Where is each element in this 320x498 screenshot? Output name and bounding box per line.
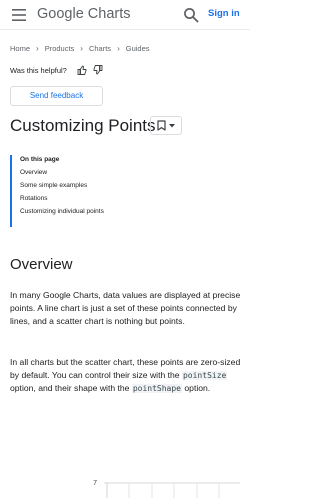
- paragraph-text: option.: [182, 383, 211, 393]
- toc-item-overview[interactable]: Overview: [20, 169, 140, 176]
- send-feedback-button[interactable]: Send feedback: [10, 86, 103, 106]
- chevron-right-icon: ›: [36, 43, 39, 53]
- code-point-size: pointSize: [181, 371, 228, 380]
- chevron-right-icon: ›: [80, 43, 83, 53]
- breadcrumb-products[interactable]: Products: [45, 44, 75, 53]
- search-icon[interactable]: [183, 7, 199, 23]
- logo-google-text: Google: [37, 6, 84, 22]
- thumb-down-icon[interactable]: [93, 65, 103, 75]
- bookmark-icon: [157, 120, 166, 131]
- toc-item-simple-examples[interactable]: Some simple examples: [20, 182, 140, 189]
- caret-down-icon: [169, 123, 175, 127]
- section-title-overview: Overview: [10, 256, 73, 273]
- page-title: Customizing Points: [10, 116, 156, 135]
- chevron-right-icon: ›: [117, 43, 120, 53]
- toc-item-customizing-individual-points[interactable]: Customizing individual points: [20, 208, 140, 215]
- overview-paragraph-2: In all charts but the scatter chart, the…: [10, 356, 242, 395]
- helpful-rating: Was this helpful?: [10, 65, 103, 75]
- breadcrumb: Home › Products › Charts › Guides: [10, 42, 150, 54]
- breadcrumb-home[interactable]: Home: [10, 44, 30, 53]
- breadcrumb-charts[interactable]: Charts: [89, 44, 111, 53]
- code-point-shape: pointShape: [131, 384, 182, 393]
- y-tick-label: 7: [93, 480, 97, 487]
- thumb-up-icon[interactable]: [77, 65, 87, 75]
- top-app-bar: Google Charts Sign in: [0, 0, 250, 30]
- menu-icon[interactable]: [12, 9, 26, 21]
- paragraph-text: option, and their shape with the: [10, 383, 132, 393]
- breadcrumb-guides[interactable]: Guides: [126, 44, 150, 53]
- chart-preview-fragment: 7: [0, 470, 250, 498]
- bookmark-button[interactable]: [150, 116, 182, 135]
- site-logo[interactable]: Google Charts: [37, 6, 131, 22]
- overview-paragraph-1: In many Google Charts, data values are d…: [10, 290, 241, 326]
- helpful-label: Was this helpful?: [10, 65, 67, 75]
- table-of-contents: On this page Overview Some simple exampl…: [10, 155, 140, 227]
- sign-in-link[interactable]: Sign in: [208, 8, 240, 19]
- toc-item-rotations[interactable]: Rotations: [20, 195, 140, 202]
- logo-product-text: Charts: [87, 6, 131, 22]
- chart-fragment-svg: 7: [93, 480, 240, 498]
- toc-heading: On this page: [20, 156, 60, 163]
